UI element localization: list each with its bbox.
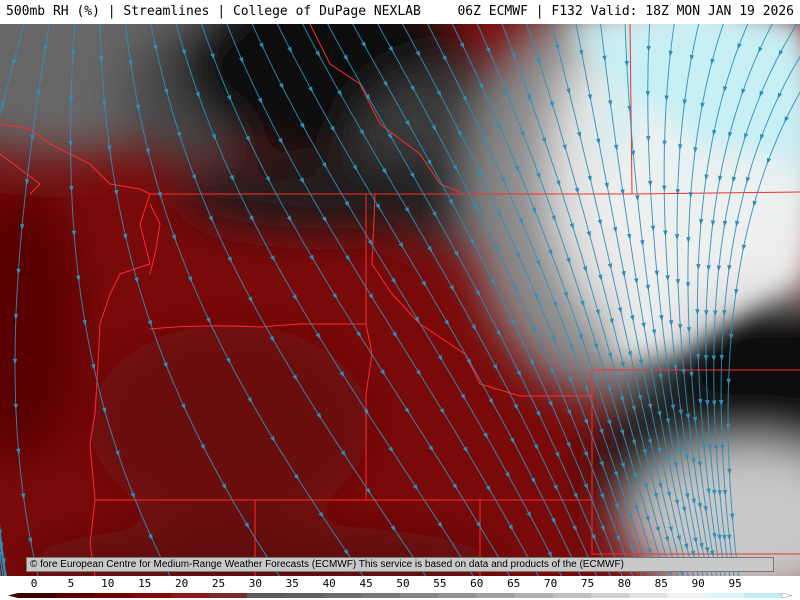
legend-swatch — [705, 593, 745, 598]
legend-tick-10: 10 — [101, 577, 114, 590]
legend-swatch — [285, 593, 325, 598]
legend-tick-45: 45 — [359, 577, 372, 590]
legend-tick-60: 60 — [470, 577, 483, 590]
model-valid-time: 06Z ECMWF | F132 Valid: 18Z MON JAN 19 2… — [457, 4, 794, 19]
legend-tick-30: 30 — [249, 577, 262, 590]
legend-swatch — [400, 593, 439, 598]
legend-tick-85: 85 — [655, 577, 668, 590]
legend-swatch — [170, 593, 210, 598]
legend-swatch — [552, 593, 592, 598]
legend-swatch — [56, 593, 95, 598]
map-header: 500mb RH (%) | Streamlines | College of … — [0, 0, 800, 24]
legend-tick-0: 0 — [31, 577, 38, 590]
legend-swatch — [743, 593, 783, 598]
legend-swatch — [476, 593, 516, 598]
rh-color-legend: 0 5 10 15 20 25 30 35 40 45 50 55 60 65 70 75 80 85 90 95 — [0, 576, 800, 600]
legend-swatch — [323, 593, 363, 598]
legend-tick-5: 5 — [68, 577, 75, 590]
legend-tick-75: 75 — [581, 577, 594, 590]
rh-streamline-map — [0, 24, 800, 576]
legend-tick-90: 90 — [692, 577, 705, 590]
legend-tick-25: 25 — [212, 577, 225, 590]
legend-swatch — [209, 593, 248, 598]
legend-tick-20: 20 — [175, 577, 188, 590]
legend-tick-50: 50 — [396, 577, 409, 590]
legend-swatch — [94, 593, 134, 598]
legend-swatch — [132, 593, 172, 598]
legend-swatch — [591, 593, 630, 598]
legend-tick-40: 40 — [323, 577, 336, 590]
legend-swatch — [18, 593, 57, 598]
legend-swatch — [361, 593, 401, 598]
legend-swatch — [629, 593, 668, 598]
legend-tick-35: 35 — [286, 577, 299, 590]
legend-swatch — [667, 593, 707, 598]
rh-field — [0, 24, 800, 576]
legend-swatch — [247, 593, 286, 598]
legend-tick-55: 55 — [433, 577, 446, 590]
legend-left-arrow — [8, 593, 18, 598]
legend-swatch — [514, 593, 554, 598]
legend-right-arrow — [781, 592, 793, 599]
legend-tick-15: 15 — [138, 577, 151, 590]
product-title: 500mb RH (%) | Streamlines | College of … — [6, 4, 421, 19]
legend-swatch — [438, 593, 477, 598]
ecmwf-credit: © fore European Centre for Medium-Range … — [26, 557, 774, 572]
legend-tick-65: 65 — [507, 577, 520, 590]
legend-tick-95: 95 — [728, 577, 741, 590]
legend-tick-80: 80 — [618, 577, 631, 590]
legend-tick-70: 70 — [544, 577, 557, 590]
